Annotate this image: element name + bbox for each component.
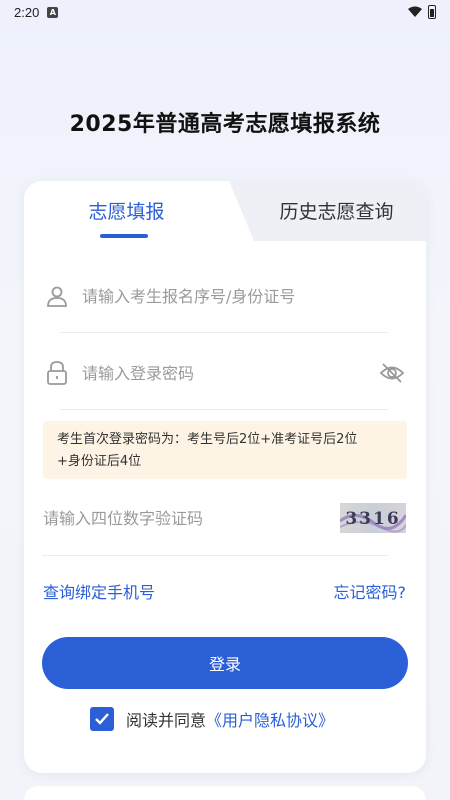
login-button[interactable]: 登录: [42, 637, 408, 689]
tab-active-indicator: [100, 234, 148, 238]
user-icon: [44, 283, 70, 309]
check-icon: [95, 713, 109, 725]
login-card: 志愿填报 历史志愿查询 请输入考生报名序号/身份证号 考生首次登录密码为：考生号…: [24, 181, 426, 773]
divider: [42, 555, 388, 556]
privacy-policy-link[interactable]: 《用户隐私协议》: [206, 707, 334, 731]
page-title: 2025年普通高考志愿填报系统: [69, 112, 381, 137]
captcha-code: 3316: [345, 509, 400, 529]
captcha-input[interactable]: [43, 508, 333, 528]
divider: [60, 332, 388, 333]
captcha-noise: 3316: [340, 509, 406, 533]
forgot-password-link[interactable]: 忘记密码?: [334, 579, 407, 603]
status-time: 2:20: [14, 4, 40, 20]
status-indicators: [408, 5, 436, 19]
id-input[interactable]: [82, 286, 386, 306]
password-hint: 考生首次登录密码为：考生号后2位+准考证号后2位 +身份证后4位: [43, 421, 407, 479]
hint-line-1: 考生首次登录密码为：考生号后2位+准考证号后2位: [57, 432, 358, 447]
bind-phone-link[interactable]: 查询绑定手机号: [43, 579, 155, 603]
notification-icon: A: [47, 6, 59, 18]
password-field-row: [44, 341, 386, 405]
captcha-field-row: [43, 486, 333, 550]
wifi-icon: [408, 6, 422, 17]
hint-line-2: +身份证后4位: [57, 454, 142, 469]
agreement-row: 阅读并同意 《用户隐私协议》: [90, 707, 334, 731]
lock-icon: [44, 360, 70, 386]
battery-icon: [428, 5, 436, 19]
bottom-card-edge: [24, 786, 426, 800]
agreement-checkbox[interactable]: [90, 707, 114, 731]
divider: [60, 409, 388, 410]
tab-bar: 志愿填报 历史志愿查询: [24, 181, 426, 241]
tab-volunteer-apply[interactable]: 志愿填报: [24, 181, 229, 239]
tab-history-query[interactable]: 历史志愿查询: [229, 181, 426, 239]
id-field-row: [44, 264, 386, 328]
agreement-text: 阅读并同意: [126, 711, 207, 730]
status-bar: 2:20 A: [0, 0, 450, 24]
password-input[interactable]: [82, 363, 386, 383]
eye-off-icon[interactable]: [378, 359, 406, 387]
captcha-image[interactable]: 3316: [340, 503, 406, 533]
